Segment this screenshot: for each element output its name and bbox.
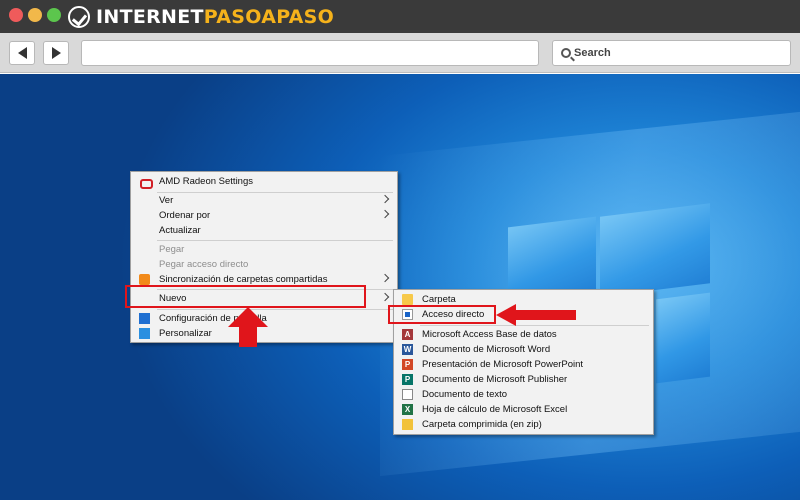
forward-arrow-icon (51, 47, 61, 59)
menu-separator (157, 309, 393, 310)
address-bar[interactable] (81, 40, 539, 66)
highlight-box-acceso-directo (388, 305, 496, 324)
browser-title-bar: INTERNETPASOAPASO (0, 0, 800, 33)
publisher-icon: P (402, 374, 413, 385)
personalize-icon (139, 328, 150, 339)
menu-item-pegar-acceso-directo: Pegar acceso directo (159, 259, 249, 270)
sync-icon (139, 274, 150, 285)
menu-item-ver[interactable]: Ver (131, 193, 397, 208)
back-arrow-icon (17, 47, 27, 59)
forward-button[interactable] (43, 41, 69, 65)
folder-icon (402, 294, 413, 305)
menu-item-amd-radeon-settings[interactable]: AMD Radeon Settings (131, 174, 397, 189)
submenu-item-texto[interactable]: Documento de texto (394, 387, 653, 402)
menu-item-ordenar-por[interactable]: Ordenar por (131, 208, 397, 223)
submenu-item-zip[interactable]: Carpeta comprimida (en zip) (394, 417, 653, 432)
logo-text-pasoapaso: PASOAPASO (203, 6, 335, 28)
chevron-right-icon (380, 194, 390, 204)
submenu-item-excel[interactable]: X Hoja de cálculo de Microsoft Excel (394, 402, 653, 417)
search-icon (561, 48, 571, 58)
text-document-icon (402, 389, 413, 400)
windows-logo-pane (600, 203, 710, 297)
zip-folder-icon (402, 419, 413, 430)
logo-text-internet: INTERNET (96, 6, 204, 28)
amd-radeon-icon (139, 176, 153, 189)
menu-item-pegar: Pegar (159, 244, 185, 255)
menu-item-actualizar[interactable]: Actualizar (131, 223, 397, 238)
left-arrow-annotation (496, 304, 576, 326)
maximize-window-icon[interactable] (47, 8, 61, 22)
close-window-icon[interactable] (9, 8, 23, 22)
submenu-item-word[interactable]: W Documento de Microsoft Word (394, 342, 653, 357)
menu-separator (157, 240, 393, 241)
site-logo: INTERNETPASOAPASO (68, 6, 334, 28)
chevron-right-icon (380, 273, 390, 283)
submenu-item-publisher[interactable]: P Documento de Microsoft Publisher (394, 372, 653, 387)
search-input[interactable]: Search (552, 40, 791, 66)
chevron-right-icon (380, 292, 390, 302)
chevron-right-icon (380, 209, 390, 219)
browser-toolbar: Search (0, 33, 800, 73)
submenu-item-powerpoint[interactable]: P Presentación de Microsoft PowerPoint (394, 357, 653, 372)
logo-check-icon (68, 6, 90, 28)
display-settings-icon (139, 313, 150, 324)
excel-icon: X (402, 404, 413, 415)
windows-desktop[interactable] (0, 74, 800, 500)
submenu-item-access[interactable]: A Microsoft Access Base de datos (394, 327, 653, 342)
up-arrow-annotation (228, 307, 268, 347)
access-icon: A (402, 329, 413, 340)
windows-logo-pane (656, 292, 710, 384)
search-placeholder: Search (574, 47, 611, 59)
minimize-window-icon[interactable] (28, 8, 42, 22)
powerpoint-icon: P (402, 359, 413, 370)
back-button[interactable] (9, 41, 35, 65)
word-icon: W (402, 344, 413, 355)
